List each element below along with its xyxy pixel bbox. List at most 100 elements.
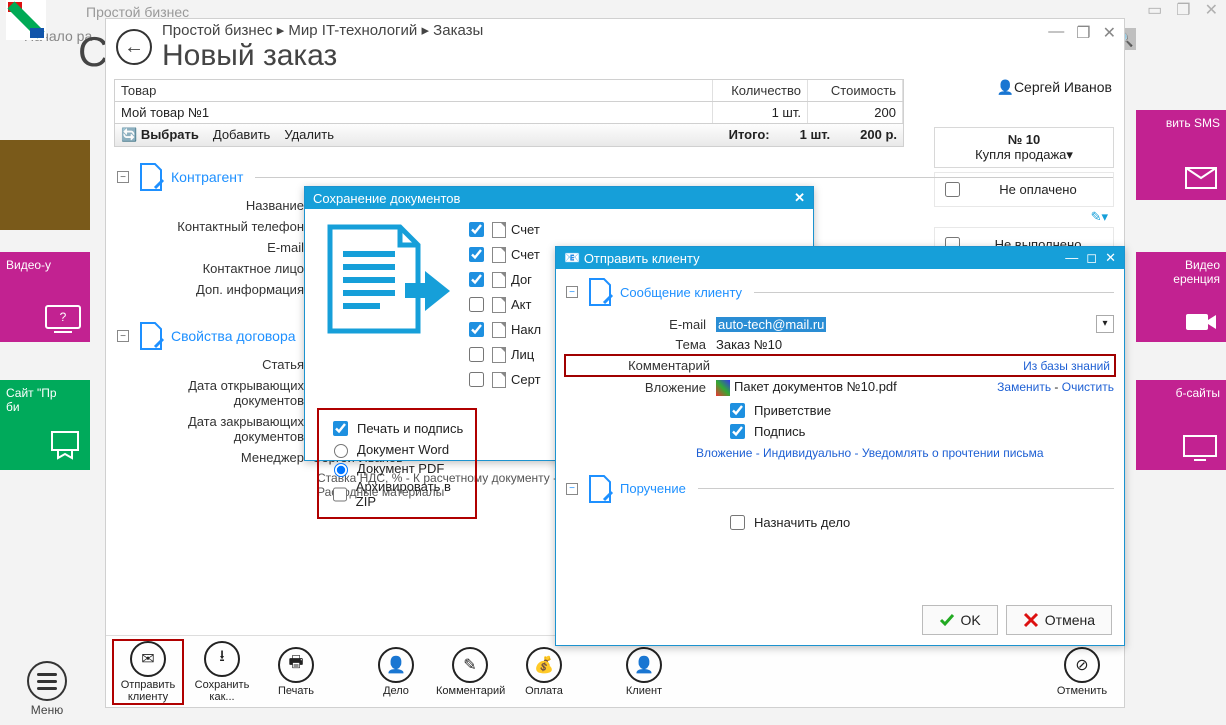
cancel-button[interactable]: Отмена — [1006, 605, 1112, 635]
close-icon[interactable]: ✕ — [1205, 0, 1218, 20]
tile-site[interactable]: Сайт "Прби — [0, 380, 90, 470]
send-client-dialog: 📧 Отправить клиенту — ◻ ✕ − Сообщение кл… — [555, 246, 1125, 646]
doc-check-c[interactable]: Дог — [465, 269, 541, 290]
badge-icon — [48, 428, 82, 462]
action-client[interactable]: 👤Клиент — [610, 647, 678, 697]
contact-label: Контактное лицо — [117, 261, 312, 276]
open-date-label: Дата открывающих документов — [117, 378, 312, 408]
email-dropdown[interactable]: ▾ — [1096, 315, 1114, 333]
tile-video-tutorial[interactable]: Видео-у ? — [0, 252, 90, 342]
app-logo-icon — [6, 0, 46, 40]
breadcrumb: ← Простой бизнес ▸ Мир IT-технологий ▸ З… — [116, 19, 1114, 73]
col-header-cost[interactable]: Стоимость — [808, 80, 903, 101]
doc-check-d[interactable]: Акт — [465, 294, 541, 315]
add-button[interactable]: Добавить — [213, 127, 270, 143]
maximize-icon[interactable]: ❐ — [1076, 23, 1090, 43]
doc-check-b[interactable]: Счет — [465, 244, 541, 265]
total-cost: 200 р. — [860, 127, 897, 143]
assignment-legend: Поручение — [620, 481, 686, 496]
email-label: E-mail — [117, 240, 312, 255]
page-initial: С — [78, 28, 108, 76]
delete-button[interactable]: Удалить — [284, 127, 334, 143]
document-edit-icon — [584, 474, 614, 504]
manager-label: Менеджер — [117, 450, 312, 465]
breadcrumb-0[interactable]: Простой бизнес — [162, 22, 273, 39]
close-icon[interactable]: ✕ — [1105, 250, 1116, 266]
collapse-toggle[interactable]: − — [566, 286, 578, 298]
document-edit-icon — [135, 321, 165, 351]
close-date-label: Дата закрывающих документов — [117, 414, 312, 444]
replace-link[interactable]: Заменить — [997, 380, 1051, 394]
comment-row[interactable]: Комментарий Из базы знаний — [566, 356, 1114, 375]
name-label: Название — [117, 198, 312, 213]
clear-link[interactable]: Очистить — [1062, 380, 1114, 394]
knowledge-base-link[interactable]: Из базы знаний — [1023, 359, 1110, 373]
greeting-checkbox[interactable] — [730, 403, 745, 418]
dialog-title: Сохранение документов — [313, 191, 460, 206]
mail-icon: 📧 — [564, 250, 580, 266]
pdf-icon — [716, 380, 730, 396]
close-icon[interactable]: ✕ — [794, 190, 805, 206]
doc-check-a[interactable]: Счет — [465, 219, 541, 240]
tile-send-sms[interactable]: вить SMS — [1136, 110, 1226, 200]
opt-zip[interactable]: Архивировать в ZIP — [329, 479, 465, 509]
opt-print-sign[interactable]: Печать и подпись — [329, 418, 465, 439]
hamburger-icon — [27, 661, 67, 701]
contract-legend: Свойства договора — [171, 328, 296, 344]
main-menu-button[interactable]: Меню — [22, 661, 72, 717]
signature-checkbox[interactable] — [730, 424, 745, 439]
tile-websites[interactable]: б-сайты — [1136, 380, 1226, 470]
action-task[interactable]: 👤Дело — [362, 647, 430, 697]
breadcrumb-2[interactable]: Заказы — [433, 22, 483, 39]
attach-label: Вложение — [566, 380, 716, 395]
breadcrumb-1[interactable]: Мир IT-технологий — [288, 22, 417, 39]
subject-field[interactable]: Заказ №10 — [716, 337, 1114, 352]
back-button[interactable]: ← — [116, 29, 152, 65]
attachment-field[interactable]: Пакет документов №10.pdf — [716, 379, 997, 396]
action-print[interactable]: 🖶Печать — [262, 647, 330, 697]
chevron-right-icon: ▸ — [421, 22, 433, 39]
email-field[interactable]: auto-tech@mail.ru — [716, 317, 826, 332]
current-user[interactable]: 👤Сергей Иванов — [997, 79, 1113, 96]
article-label: Статья — [117, 357, 312, 372]
message-legend: Сообщение клиенту — [620, 285, 742, 300]
collapse-toggle[interactable]: − — [117, 330, 129, 342]
user-icon: 👤 — [634, 655, 654, 675]
action-pay[interactable]: 💰Оплата — [510, 647, 578, 697]
action-save-as[interactable]: ⭳Сохранить как... — [188, 641, 256, 703]
prohibit-icon: ⊘ — [1075, 655, 1088, 675]
doc-check-e[interactable]: Накл — [465, 319, 541, 340]
screenshot-icon[interactable]: ▭ — [1147, 0, 1162, 20]
collapse-toggle[interactable]: − — [117, 171, 129, 183]
select-button[interactable]: 🔄 Выбрать — [121, 127, 199, 143]
close-icon[interactable]: ✕ — [1103, 23, 1116, 43]
doc-check-g[interactable]: Серт — [465, 369, 541, 390]
restore-icon[interactable]: ❐ — [1176, 0, 1190, 20]
tile-video-conf[interactable]: Видеоеренция — [1136, 252, 1226, 342]
doc-check-f[interactable]: Лиц — [465, 344, 541, 365]
envelope-icon: ✉ — [141, 649, 154, 669]
opt-word[interactable]: Документ Word — [329, 441, 465, 458]
pencil-icon: ✎ — [463, 655, 476, 675]
comment-label: Комментарий — [570, 358, 720, 373]
tile-left-1[interactable] — [0, 140, 90, 230]
minimize-icon[interactable]: — — [1048, 23, 1064, 43]
table-row[interactable]: Мой товар №1 1 шт. 200 — [115, 102, 903, 123]
format-options-box: Печать и подпись Документ Word Документ … — [317, 408, 477, 519]
action-send-client[interactable]: ✉Отправить клиенту — [114, 641, 182, 703]
maximize-icon[interactable]: ◻ — [1086, 250, 1097, 266]
extra-links[interactable]: Вложение - Индивидуально - Уведомлять о … — [696, 446, 1114, 460]
minimize-icon[interactable]: — — [1065, 250, 1078, 266]
opt-pdf[interactable]: Документ PDF — [329, 460, 465, 477]
x-icon — [1023, 612, 1039, 628]
action-cancel[interactable]: ⊘Отменить — [1048, 647, 1116, 697]
action-comment[interactable]: ✎Комментарий — [436, 647, 504, 697]
col-header-qty[interactable]: Количество — [713, 80, 808, 101]
printer-icon: 🖶 — [288, 651, 303, 678]
col-header-name[interactable]: Товар — [115, 80, 713, 101]
download-icon: ⭳ — [219, 645, 225, 672]
camera-icon — [1184, 310, 1218, 334]
ok-button[interactable]: OK — [922, 605, 998, 635]
collapse-toggle[interactable]: − — [566, 483, 578, 495]
assign-checkbox[interactable] — [730, 515, 745, 530]
